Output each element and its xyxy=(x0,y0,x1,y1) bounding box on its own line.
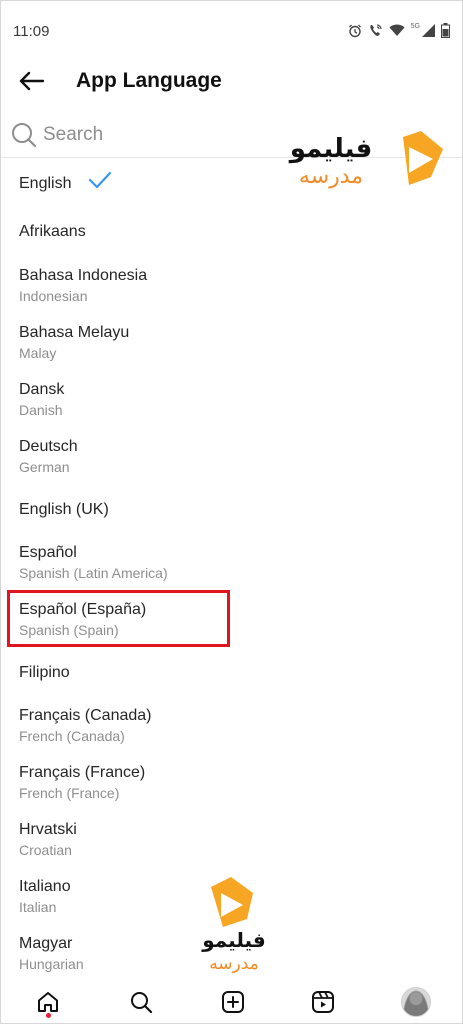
status-bar: 11:09 5G xyxy=(1,1,462,61)
language-subtitle: Italian xyxy=(19,899,57,915)
checkmark-icon xyxy=(88,171,112,189)
search-input[interactable] xyxy=(43,121,283,149)
language-subtitle: German xyxy=(19,459,70,475)
language-item-bahasa-melayu[interactable]: Bahasa Melayu Malay xyxy=(1,315,462,372)
alarm-icon xyxy=(348,24,361,37)
language-name: English (UK) xyxy=(19,501,109,518)
page-title: App Language xyxy=(76,69,222,92)
reels-icon xyxy=(312,991,334,1013)
bottom-tab-bar xyxy=(1,978,462,1023)
back-arrow-icon xyxy=(19,71,44,91)
language-subtitle: Croatian xyxy=(19,842,72,858)
highlight-box xyxy=(7,590,230,647)
tab-reels[interactable] xyxy=(301,984,345,1020)
language-subtitle: French (Canada) xyxy=(19,728,125,744)
tab-profile[interactable] xyxy=(394,984,438,1020)
language-item-english-uk[interactable]: English (UK) xyxy=(1,486,462,534)
wifi-call-icon xyxy=(369,24,382,36)
profile-avatar xyxy=(401,987,431,1017)
language-name: Bahasa Melayu xyxy=(19,324,130,341)
watermark-logo-bottom: فیلیمو مدرسه xyxy=(199,873,269,978)
network-label: 5G xyxy=(410,23,420,30)
language-item-francais-canada[interactable]: Français (Canada) French (Canada) xyxy=(1,703,462,760)
watermark-brand-text: فیلیمو xyxy=(201,928,266,952)
language-name: Hrvatski xyxy=(19,821,77,838)
wifi-icon xyxy=(389,24,405,36)
language-subtitle: Danish xyxy=(19,402,63,418)
back-button[interactable] xyxy=(15,65,47,97)
language-subtitle: Spanish (Latin America) xyxy=(19,565,168,581)
tab-create[interactable] xyxy=(211,984,255,1020)
language-name: Magyar xyxy=(19,935,73,952)
signal-icon xyxy=(422,24,435,37)
watermark-play-logo: فیلیمو مدرسه xyxy=(288,131,443,189)
language-item-espanol[interactable]: Español Spanish (Latin America) xyxy=(1,534,462,591)
status-icons: 5G xyxy=(348,23,450,38)
watermark-sub-text: مدرسه xyxy=(209,954,259,974)
language-name: Italiano xyxy=(19,878,71,895)
language-item-afrikaans[interactable]: Afrikaans xyxy=(1,206,462,254)
notification-dot xyxy=(46,1013,51,1018)
language-item-filipino[interactable]: Filipino xyxy=(1,648,462,696)
watermark-sub-text: مدرسه xyxy=(299,164,363,189)
language-name: Français (France) xyxy=(19,764,146,781)
header: App Language xyxy=(1,61,462,103)
language-list: English Afrikaans Bahasa Indonesia Indon… xyxy=(1,158,462,978)
watermark-play-logo: فیلیمو مدرسه xyxy=(201,877,266,974)
language-item-francais-france[interactable]: Français (France) French (France) xyxy=(1,760,462,817)
language-name: Français (Canada) xyxy=(19,707,152,724)
language-name: Deutsch xyxy=(19,438,78,455)
language-subtitle: Indonesian xyxy=(19,288,88,304)
language-name: Bahasa Indonesia xyxy=(19,267,148,284)
language-item-bahasa-indonesia[interactable]: Bahasa Indonesia Indonesian xyxy=(1,258,462,315)
language-name: Filipino xyxy=(19,664,70,681)
language-item-deutsch[interactable]: Deutsch German xyxy=(1,429,462,486)
language-item-dansk[interactable]: Dansk Danish xyxy=(1,372,462,429)
search-icon xyxy=(12,123,37,148)
watermark-logo-top: فیلیمو مدرسه xyxy=(281,125,451,195)
create-icon xyxy=(222,991,244,1013)
home-icon xyxy=(38,992,58,1012)
battery-icon xyxy=(441,23,450,38)
watermark-brand-text: فیلیمو xyxy=(288,134,373,164)
language-name: Dansk xyxy=(19,381,65,398)
status-time: 11:09 xyxy=(13,23,50,40)
language-subtitle: Hungarian xyxy=(19,956,84,972)
language-item-hrvatski[interactable]: Hrvatski Croatian xyxy=(1,817,462,874)
language-name: Afrikaans xyxy=(19,223,86,240)
language-subtitle: Malay xyxy=(19,345,57,361)
search-icon xyxy=(131,992,153,1014)
tab-search[interactable] xyxy=(119,984,163,1020)
language-name: English xyxy=(19,175,72,192)
app-screen: 11:09 5G App Language English Afrikaans … xyxy=(0,0,463,1024)
language-name: Español xyxy=(19,544,77,561)
language-subtitle: French (France) xyxy=(19,785,120,801)
